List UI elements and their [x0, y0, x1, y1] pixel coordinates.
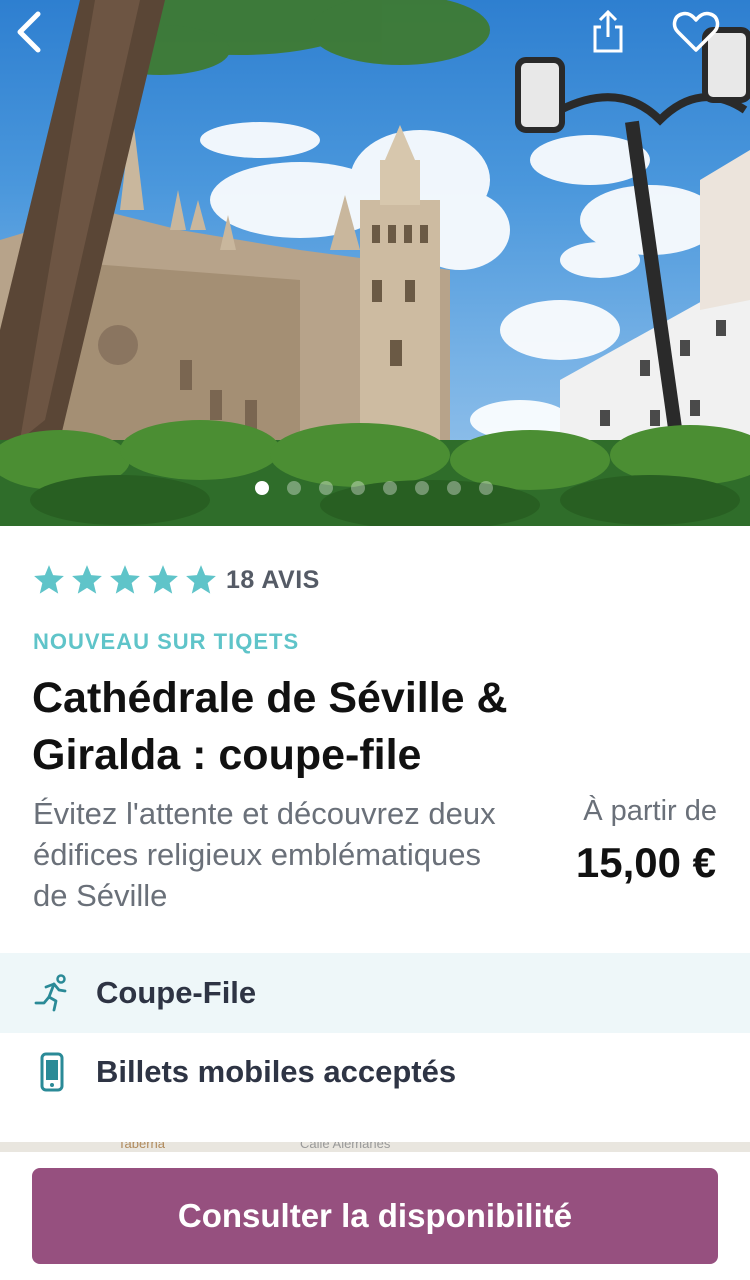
price-value: 15,00 € [575, 839, 716, 886]
carousel-dot[interactable] [287, 481, 301, 495]
star-icon [186, 565, 216, 594]
mobile-phone-icon [32, 1052, 72, 1092]
map-preview[interactable]: Taberna Calle Alemanes [0, 1142, 750, 1152]
share-button[interactable] [582, 6, 634, 58]
map-street-label: Calle Alemanes [300, 1142, 391, 1151]
star-icon [34, 565, 64, 594]
carousel-dot[interactable] [415, 481, 429, 495]
feature-label: Billets mobiles acceptés [96, 1054, 457, 1089]
feature-skip-the-line: Coupe-File [0, 953, 750, 1033]
carousel-dot[interactable] [351, 481, 365, 495]
reviews-count[interactable]: 18 AVIS [226, 566, 320, 595]
check-availability-button[interactable]: Consulter la disponibilité [32, 1168, 718, 1264]
favorite-button[interactable] [670, 6, 722, 58]
chevron-left-icon [17, 11, 41, 53]
feature-label: Coupe-File [96, 975, 257, 1010]
feature-mobile-tickets: Billets mobiles acceptés [0, 1032, 750, 1112]
rating-row[interactable]: 18 AVIS [32, 563, 320, 597]
carousel-dot[interactable] [255, 481, 269, 495]
star-icon [148, 565, 178, 594]
carousel-dot[interactable] [319, 481, 333, 495]
price-label: À partir de [583, 795, 717, 827]
star-rating [32, 563, 218, 597]
product-description: Évitez l'attente et découvrez deux édifi… [33, 796, 496, 913]
runner-icon [32, 973, 72, 1013]
share-icon [593, 9, 623, 53]
carousel-dot[interactable] [383, 481, 397, 495]
map-street-label: Taberna [118, 1142, 165, 1151]
hero-photo [0, 0, 750, 526]
star-icon [110, 565, 140, 594]
back-button[interactable] [4, 6, 56, 58]
carousel-dot[interactable] [479, 481, 493, 495]
heart-icon [672, 11, 720, 52]
carousel-pagination [255, 481, 493, 495]
star-icon [72, 565, 102, 594]
carousel-dot[interactable] [447, 481, 461, 495]
hero-image-carousel[interactable] [0, 0, 750, 526]
product-title: Cathédrale de Séville & Giralda : coupe-… [32, 674, 508, 779]
new-badge: NOUVEAU SUR TIQETS [33, 629, 300, 654]
